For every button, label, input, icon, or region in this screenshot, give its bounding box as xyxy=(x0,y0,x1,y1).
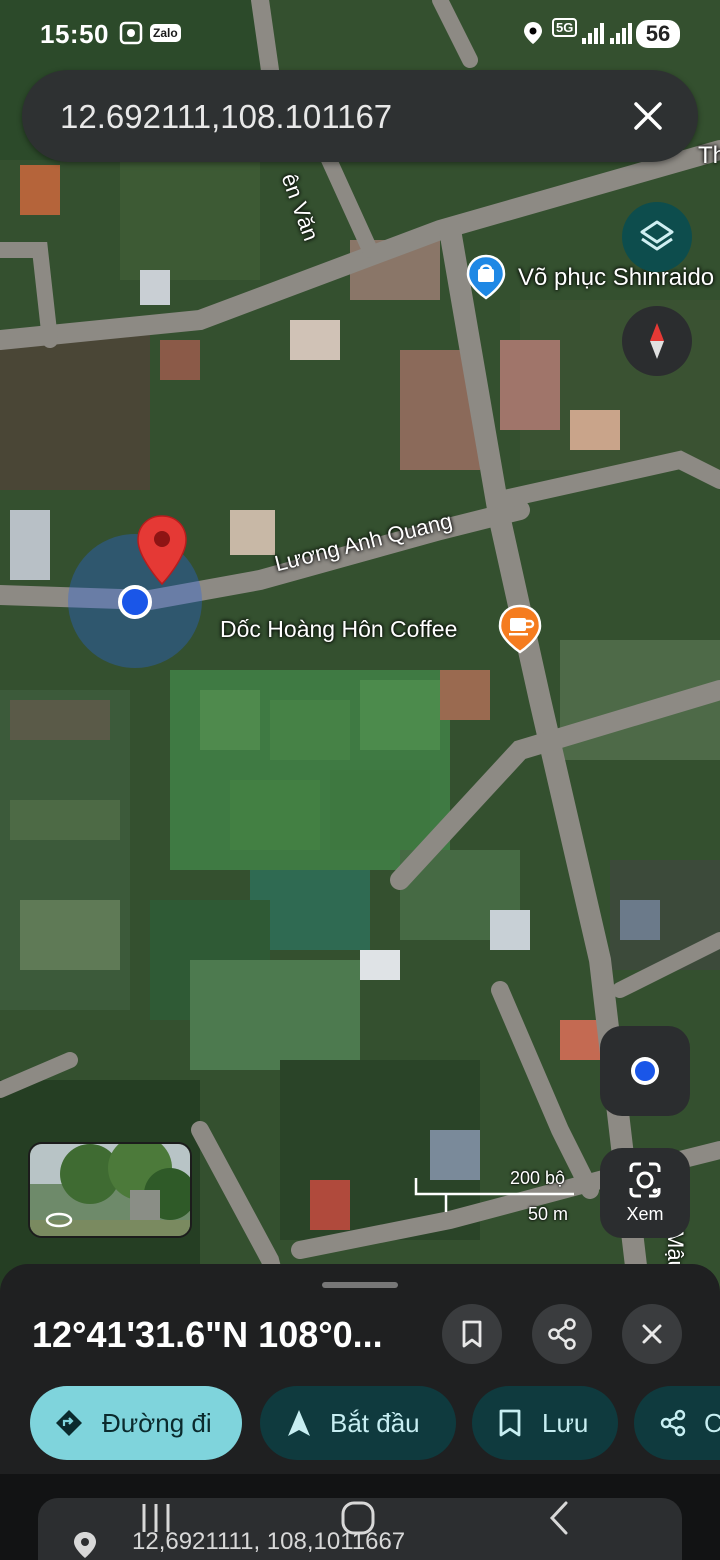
share-chip-button[interactable]: C xyxy=(634,1386,720,1460)
share-icon xyxy=(660,1409,686,1437)
close-icon xyxy=(642,1324,662,1344)
status-bar: 15:50 Zalo 5G 56 xyxy=(0,0,720,66)
directions-button[interactable]: Đường đi xyxy=(30,1386,242,1460)
poi-shop-marker[interactable] xyxy=(466,254,506,300)
save-chip-label: Lưu xyxy=(542,1408,589,1438)
location-pin-icon xyxy=(74,1532,96,1558)
red-pin-icon xyxy=(137,515,187,586)
layers-icon xyxy=(640,220,674,251)
start-navigation-label: Bắt đầu xyxy=(330,1408,420,1438)
back-icon[interactable] xyxy=(540,1498,580,1538)
scale-bar xyxy=(414,1178,574,1212)
satellite-map[interactable]: ên Văn Th Lương Anh Quang Mậu Võ phục Sh… xyxy=(0,0,720,1300)
compass-icon xyxy=(650,323,664,359)
rotate-360-icon xyxy=(45,1212,73,1228)
share-chip-label: C xyxy=(704,1408,720,1438)
camera-lens-icon xyxy=(629,1162,661,1198)
network-type-label: 5G xyxy=(552,18,578,37)
bookmark-icon xyxy=(499,1409,521,1437)
save-chip-button[interactable]: Lưu xyxy=(472,1386,618,1460)
status-time: 15:50 xyxy=(40,19,109,49)
coffee-cup-pin-icon xyxy=(498,604,542,654)
dropped-pin-marker[interactable] xyxy=(136,514,188,586)
search-query[interactable]: 12.692111,108.101167 xyxy=(60,98,392,136)
clear-search-icon[interactable] xyxy=(626,94,670,138)
street-view-thumbnail[interactable] xyxy=(28,1142,192,1238)
location-status-icon xyxy=(524,22,542,44)
map-layers-button[interactable] xyxy=(622,202,692,272)
compass-button[interactable] xyxy=(622,306,692,376)
current-location-dot xyxy=(118,585,152,619)
poi-coffee-marker[interactable] xyxy=(498,604,542,654)
close-sheet-button[interactable] xyxy=(622,1304,682,1364)
sheet-drag-handle[interactable] xyxy=(322,1282,398,1288)
my-location-icon xyxy=(631,1057,659,1085)
save-bookmark-button[interactable] xyxy=(442,1304,502,1364)
peek-coordinates-text: 12,6921111, 108,1011667 xyxy=(132,1528,406,1555)
directions-icon xyxy=(56,1410,82,1436)
signal-strength-icon xyxy=(582,23,632,44)
screenshot-icon xyxy=(119,21,143,45)
my-location-button[interactable] xyxy=(600,1026,690,1116)
share-icon xyxy=(548,1318,576,1350)
directions-label: Đường đi xyxy=(102,1408,212,1438)
bookmark-icon xyxy=(462,1320,482,1348)
place-bottom-sheet[interactable]: 12°41'31.6"N 108°0... Đường đi Bắt đầu L… xyxy=(0,1264,720,1474)
place-title-coordinates: 12°41'31.6"N 108°0... xyxy=(32,1314,383,1355)
street-label-right-top: Th xyxy=(698,142,720,169)
navigation-arrow-icon xyxy=(288,1410,310,1436)
lens-button[interactable]: Xem xyxy=(600,1148,690,1238)
poi-coffee-label[interactable]: Dốc Hoàng Hôn Coffee xyxy=(220,616,457,643)
start-navigation-button[interactable]: Bắt đầu xyxy=(260,1386,456,1460)
lens-button-label: Xem xyxy=(626,1204,664,1224)
battery-level: 56 xyxy=(636,20,680,48)
share-button[interactable] xyxy=(532,1304,592,1364)
search-bar[interactable]: 12.692111,108.101167 xyxy=(22,70,698,162)
zalo-app-icon: Zalo xyxy=(150,24,181,42)
shopping-bag-pin-icon xyxy=(466,254,506,300)
